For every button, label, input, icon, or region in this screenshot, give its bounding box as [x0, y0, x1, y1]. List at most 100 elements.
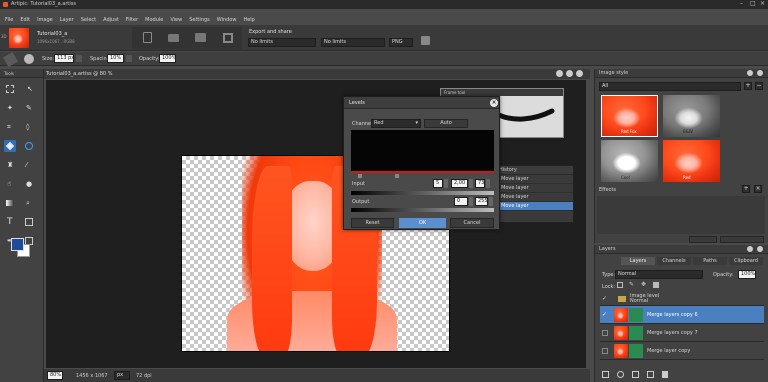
menu-filter[interactable]: Filter: [126, 17, 138, 23]
input-gamma-stepper[interactable]: [469, 179, 473, 188]
menu-file[interactable]: File: [5, 17, 13, 23]
export-format-select[interactable]: PNG: [389, 38, 413, 47]
layer-row-image-level[interactable]: ✓ Image level Normal: [600, 292, 764, 306]
duplicate-layer-icon[interactable]: [647, 370, 654, 378]
layer-row-merge-copy[interactable]: Merge layer copy: [600, 342, 764, 360]
export-size-select[interactable]: No limits: [248, 38, 316, 47]
lasso-tool-icon[interactable]: [23, 140, 35, 152]
add-effect-button[interactable]: +: [742, 185, 750, 193]
lock-all-icon[interactable]: [653, 282, 659, 288]
opacity-input[interactable]: 100%: [159, 54, 176, 63]
link-icon[interactable]: [617, 370, 624, 378]
canvas-tab[interactable]: Tutorial03_a.artiss @ 80 %: [46, 71, 112, 77]
menu-help[interactable]: Help: [243, 17, 254, 23]
stamp-tool-icon[interactable]: ♜: [4, 159, 16, 171]
ok-button[interactable]: OK: [399, 218, 446, 228]
history-item[interactable]: Move layer: [495, 193, 573, 202]
canvas-tab-close[interactable]: [576, 70, 583, 77]
minimize-button[interactable]: –: [740, 0, 743, 7]
style-thumb-red[interactable]: [663, 140, 720, 182]
new-layer-icon[interactable]: [632, 370, 639, 378]
history-item[interactable]: Move layer: [495, 175, 573, 184]
layer-visibility-checkbox[interactable]: ✓: [602, 311, 608, 318]
layer-row-merge-copy-7[interactable]: Merge layers copy 7: [600, 324, 764, 342]
canvas-tab-maximize[interactable]: [566, 70, 573, 77]
layers-close-icon[interactable]: [757, 246, 763, 252]
tab-paths[interactable]: Paths: [693, 257, 727, 265]
tab-channels[interactable]: Channels: [657, 257, 691, 265]
output-white-stepper[interactable]: [489, 197, 493, 206]
canvas-tab-minimize[interactable]: [556, 70, 563, 77]
input-white-stepper[interactable]: [486, 179, 490, 188]
save-icon[interactable]: [223, 33, 233, 43]
menu-select[interactable]: Select: [81, 17, 96, 23]
lock-move-icon[interactable]: ✥: [641, 282, 646, 288]
layer-visibility-checkbox[interactable]: [602, 329, 608, 336]
menu-layer[interactable]: Layer: [60, 17, 74, 23]
zoom-input[interactable]: 80%: [47, 371, 63, 380]
effect-action-button-2[interactable]: [720, 236, 764, 243]
gradient-tool-icon[interactable]: [4, 197, 16, 209]
magic-wand-icon[interactable]: ✦: [4, 102, 16, 114]
output-black-stepper[interactable]: [469, 197, 473, 206]
rect-select-icon[interactable]: [4, 83, 16, 95]
output-black-field[interactable]: 0: [454, 197, 468, 206]
text-tool-icon[interactable]: T: [4, 216, 16, 228]
history-item[interactable]: Move layer: [495, 184, 573, 193]
dodge-tool-icon[interactable]: ●: [23, 178, 35, 190]
eraser-tool-icon[interactable]: [2, 51, 19, 68]
crop-tool-icon[interactable]: ⌗: [4, 121, 16, 133]
layer-visibility-checkbox[interactable]: [602, 347, 608, 354]
blend-type-select[interactable]: Normal: [615, 270, 703, 279]
new-group-icon[interactable]: [602, 370, 609, 378]
lock-paint-icon[interactable]: ✎: [629, 282, 634, 288]
layer-opacity-input[interactable]: 100%: [738, 270, 756, 279]
histogram-white-point-marker[interactable]: [395, 174, 399, 178]
brush-preset-icon[interactable]: [24, 54, 34, 64]
spacing-stepper[interactable]: [126, 55, 132, 62]
input-gamma-field[interactable]: 2,00: [451, 179, 468, 188]
delete-layer-icon[interactable]: [662, 370, 668, 378]
input-white-field[interactable]: 73: [475, 179, 485, 188]
menu-module[interactable]: Module: [145, 17, 163, 23]
maximize-button[interactable]: □: [750, 0, 756, 7]
drop-tool-icon[interactable]: ◊: [23, 121, 35, 133]
smudge-tool-icon[interactable]: ☝: [4, 178, 16, 190]
menu-view[interactable]: View: [170, 17, 182, 23]
zoom-tool-icon[interactable]: ⌕: [23, 197, 35, 209]
folder-icon[interactable]: [168, 34, 179, 42]
output-slider[interactable]: [351, 208, 494, 212]
channel-select[interactable]: Red ▾: [371, 119, 421, 128]
eyedropper-icon[interactable]: ⁄: [23, 159, 35, 171]
layers-settings-icon[interactable]: [747, 246, 753, 252]
document-thumbnail[interactable]: [9, 28, 29, 48]
panel-close-icon[interactable]: [757, 70, 763, 76]
menu-window[interactable]: Window: [217, 17, 237, 23]
output-white-field[interactable]: 255: [475, 197, 488, 206]
export-quality-select[interactable]: No limits: [321, 38, 385, 47]
effect-action-button-1[interactable]: [689, 236, 717, 243]
menu-adjust[interactable]: Adjust: [103, 17, 119, 23]
cancel-button[interactable]: Cancel: [450, 218, 494, 228]
input-black-stepper[interactable]: [444, 179, 448, 188]
layer-row-merge-copy-6[interactable]: ✓ Merge layers copy 6: [600, 306, 764, 324]
input-black-field[interactable]: 5: [433, 179, 443, 188]
move-tool-icon[interactable]: ↖: [23, 83, 35, 95]
auto-button[interactable]: Auto: [424, 119, 468, 128]
lock-transparency-icon[interactable]: [617, 282, 623, 288]
menu-settings[interactable]: Settings: [189, 17, 210, 23]
primary-color-swatch[interactable]: [11, 238, 24, 251]
panel-settings-icon[interactable]: [747, 70, 753, 76]
history-item[interactable]: Move layer: [495, 202, 573, 211]
reset-button[interactable]: Reset: [351, 218, 394, 228]
close-window-button[interactable]: ×: [760, 0, 765, 7]
levels-close-button[interactable]: ×: [490, 99, 498, 107]
menu-image[interactable]: Image: [37, 17, 53, 23]
tab-layers[interactable]: Layers: [621, 257, 655, 265]
remove-style-button[interactable]: −: [755, 82, 763, 90]
size-stepper[interactable]: [76, 55, 82, 62]
eraser-tool-button[interactable]: [4, 140, 16, 152]
image-style-category-select[interactable]: All: [599, 82, 741, 91]
spacing-input[interactable]: 10%: [107, 54, 124, 63]
size-input[interactable]: 113 px: [54, 54, 74, 63]
